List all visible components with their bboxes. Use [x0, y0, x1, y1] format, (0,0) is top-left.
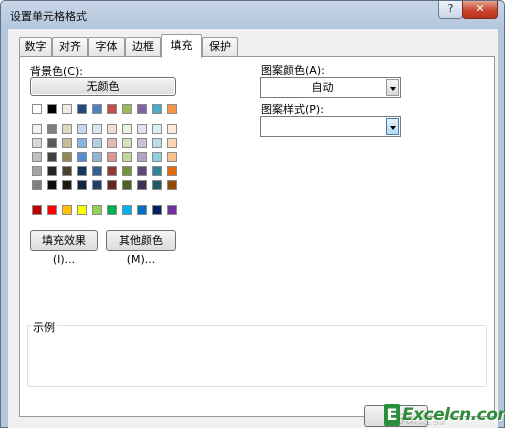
chevron-down-icon[interactable]	[386, 118, 399, 135]
color-swatch[interactable]	[107, 138, 117, 148]
color-swatch[interactable]	[107, 124, 117, 134]
color-swatch[interactable]	[152, 152, 162, 162]
color-swatch[interactable]	[47, 180, 57, 190]
color-swatch[interactable]	[47, 104, 57, 114]
color-swatch[interactable]	[167, 104, 177, 114]
color-swatch[interactable]	[62, 180, 72, 190]
more-colors-button[interactable]: 其他颜色(M)...	[106, 230, 176, 266]
color-swatch[interactable]	[107, 166, 117, 176]
color-swatch[interactable]	[137, 152, 147, 162]
color-swatch[interactable]	[62, 138, 72, 148]
color-swatch[interactable]	[92, 124, 102, 134]
color-swatch[interactable]	[92, 166, 102, 176]
color-swatch[interactable]	[77, 205, 87, 215]
sample-label: 示例	[31, 319, 57, 335]
title-bar[interactable]: 设置单元格格式 ? ✕	[1, 1, 504, 28]
color-swatch[interactable]	[77, 152, 87, 162]
excelcn-watermark: E Excelcn.com	[372, 404, 505, 428]
color-swatch[interactable]	[122, 152, 132, 162]
color-swatch[interactable]	[167, 152, 177, 162]
color-swatch[interactable]	[167, 205, 177, 215]
color-swatch[interactable]	[77, 166, 87, 176]
color-swatch[interactable]	[167, 124, 177, 134]
color-swatch[interactable]	[152, 104, 162, 114]
color-swatch[interactable]	[92, 180, 102, 190]
tab-alignment[interactable]: 对齐	[52, 37, 88, 57]
tab-number[interactable]: 数字	[19, 37, 52, 57]
color-swatch[interactable]	[152, 205, 162, 215]
color-swatch[interactable]	[152, 166, 162, 176]
color-swatch[interactable]	[107, 152, 117, 162]
format-cells-dialog: 设置单元格格式 ? ✕ 数字 对齐 字体 边框 填充 保护 背景色(C): 无颜…	[0, 0, 505, 428]
color-swatch[interactable]	[107, 205, 117, 215]
color-swatch[interactable]	[152, 124, 162, 134]
color-swatch[interactable]	[122, 138, 132, 148]
pattern-color-select[interactable]: 自动	[260, 77, 401, 98]
color-swatch[interactable]	[62, 152, 72, 162]
pattern-color-label: 图案颜色(A):	[261, 64, 325, 77]
tab-border[interactable]: 边框	[125, 37, 161, 57]
fill-effects-button[interactable]: 填充效果(I)...	[30, 230, 98, 266]
color-swatch[interactable]	[122, 166, 132, 176]
sample-preview-box	[27, 325, 487, 387]
help-button[interactable]: ?	[438, 1, 463, 19]
fill-tab-panel: 背景色(C): 无颜色 填充效果(I)... 其他颜色(M)... 图案颜色(A…	[19, 56, 495, 417]
color-swatch[interactable]	[47, 138, 57, 148]
color-swatch[interactable]	[32, 180, 42, 190]
color-swatch[interactable]	[77, 124, 87, 134]
color-swatch[interactable]	[167, 180, 177, 190]
color-swatch[interactable]	[137, 166, 147, 176]
color-swatch[interactable]	[137, 205, 147, 215]
color-swatch[interactable]	[137, 104, 147, 114]
color-swatch[interactable]	[122, 104, 132, 114]
color-swatch[interactable]	[32, 152, 42, 162]
excelcn-logo-letter: E	[384, 404, 400, 426]
color-swatch[interactable]	[137, 124, 147, 134]
tab-fill[interactable]: 填充	[161, 34, 202, 58]
color-swatch[interactable]	[32, 166, 42, 176]
chevron-down-icon[interactable]	[386, 79, 399, 96]
color-swatch[interactable]	[137, 138, 147, 148]
tab-protection[interactable]: 保护	[202, 37, 238, 57]
color-swatch[interactable]	[152, 138, 162, 148]
dialog-title: 设置单元格格式	[10, 10, 87, 23]
color-swatch[interactable]	[107, 104, 117, 114]
color-swatch[interactable]	[62, 205, 72, 215]
color-swatch[interactable]	[47, 166, 57, 176]
color-swatch[interactable]	[92, 104, 102, 114]
color-swatch[interactable]	[62, 104, 72, 114]
color-swatch[interactable]	[47, 152, 57, 162]
no-color-button[interactable]: 无颜色	[30, 77, 176, 96]
color-swatch[interactable]	[122, 205, 132, 215]
color-swatch[interactable]	[92, 205, 102, 215]
color-swatch[interactable]	[32, 205, 42, 215]
color-swatch[interactable]	[137, 180, 147, 190]
color-swatch[interactable]	[32, 124, 42, 134]
pattern-style-select[interactable]	[260, 116, 401, 137]
color-swatch[interactable]	[32, 138, 42, 148]
color-swatch[interactable]	[92, 138, 102, 148]
color-swatch[interactable]	[62, 124, 72, 134]
color-swatch[interactable]	[62, 166, 72, 176]
color-swatch[interactable]	[152, 180, 162, 190]
color-swatch[interactable]	[167, 166, 177, 176]
color-swatch[interactable]	[77, 104, 87, 114]
pattern-color-value: 自动	[311, 81, 334, 94]
color-swatch[interactable]	[47, 205, 57, 215]
dialog-client-area: 数字 对齐 字体 边框 填充 保护 背景色(C): 无颜色 填充效果(I)...…	[8, 29, 498, 428]
tab-font[interactable]: 字体	[88, 37, 125, 57]
color-swatch[interactable]	[107, 180, 117, 190]
color-swatch[interactable]	[77, 180, 87, 190]
close-button[interactable]: ✕	[462, 1, 498, 19]
color-swatch[interactable]	[92, 152, 102, 162]
color-swatch[interactable]	[122, 124, 132, 134]
pattern-style-label: 图案样式(P):	[261, 103, 324, 116]
excelcn-logo-text: Excelcn.com	[402, 405, 505, 425]
color-swatch[interactable]	[77, 138, 87, 148]
color-swatch[interactable]	[122, 180, 132, 190]
color-swatch[interactable]	[167, 138, 177, 148]
color-swatch[interactable]	[47, 124, 57, 134]
color-swatch[interactable]	[32, 104, 42, 114]
